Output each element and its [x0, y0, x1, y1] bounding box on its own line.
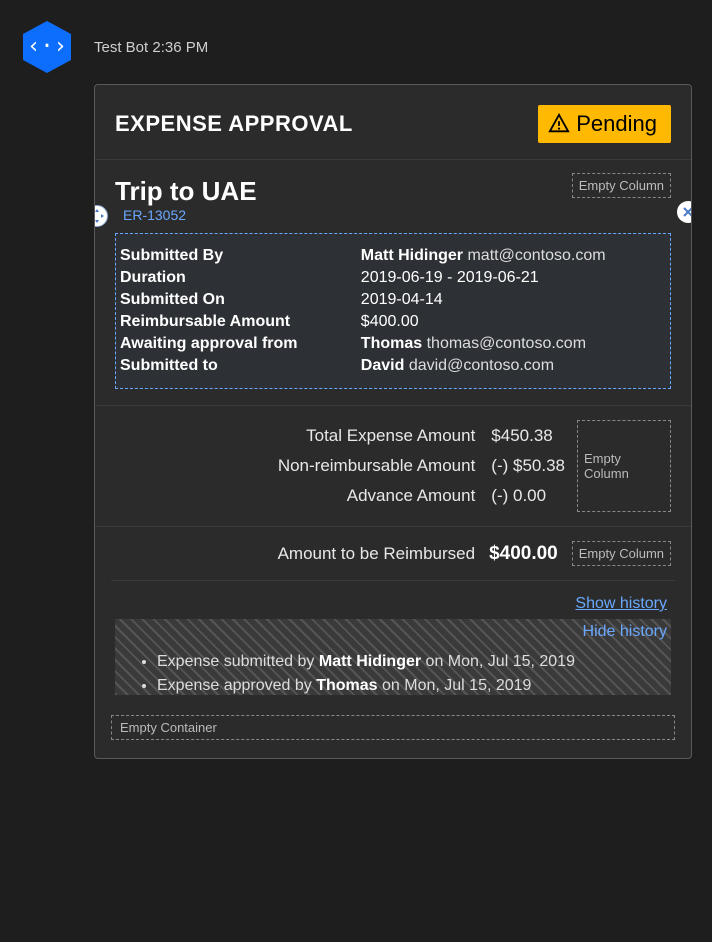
close-handle-icon[interactable]: [677, 201, 692, 223]
bot-avatar-icon: ‹·›: [20, 20, 74, 74]
submitted-by-name: Matt Hidinger: [361, 247, 463, 264]
warning-icon: [548, 113, 570, 135]
history-item: Expense approved by Thomas on Mon, Jul 1…: [157, 677, 671, 695]
trip-header-row: Trip to UAE Empty Column: [95, 159, 691, 207]
reference-id: ER-13052: [123, 207, 186, 223]
table-row: Awaiting approval from Thomas thomas@con…: [120, 334, 666, 354]
bot-name-time: Test Bot 2:36 PM: [94, 39, 208, 56]
reference-row: ER-13052: [95, 207, 691, 233]
history-actor: Thomas: [316, 677, 377, 694]
submitted-to-name: David: [361, 357, 405, 374]
empty-container-placeholder: Empty Container: [111, 715, 675, 740]
table-row: Reimbursable Amount $400.00: [120, 312, 666, 332]
reimburse-value: $400.00: [489, 543, 558, 565]
hide-history-link[interactable]: Hide history: [583, 623, 667, 640]
history-prefix: Expense approved by: [157, 677, 316, 694]
duration-value: 2019-06-19 - 2019-06-21: [361, 268, 666, 288]
advance-label: Advance Amount: [115, 486, 475, 506]
table-row: Submitted On 2019-04-14: [120, 290, 666, 310]
history-block: Show history Hide history Expense submit…: [111, 580, 675, 713]
submitted-by-label: Submitted By: [120, 246, 359, 266]
advance-value: (-) 0.00: [491, 486, 565, 506]
details-table: Submitted By Matt Hidinger matt@contoso.…: [118, 244, 668, 378]
table-row: Submitted By Matt Hidinger matt@contoso.…: [120, 246, 666, 266]
empty-column-placeholder: Empty Column: [572, 541, 671, 566]
move-handle-icon[interactable]: [94, 205, 108, 227]
submitted-to-label: Submitted to: [120, 356, 359, 376]
awaiting-label: Awaiting approval from: [120, 334, 359, 354]
reimbursable-value: $400.00: [361, 312, 666, 332]
card-title: EXPENSE APPROVAL: [115, 111, 353, 137]
submitted-to-email: david@contoso.com: [409, 357, 554, 374]
trip-title: Trip to UAE: [115, 164, 257, 207]
submitted-by-email: matt@contoso.com: [467, 247, 605, 264]
status-badge: Pending: [538, 105, 671, 143]
history-item: Expense submitted by Matt Hidinger on Mo…: [157, 653, 671, 671]
total-expense-value: $450.38: [491, 426, 565, 446]
details-container[interactable]: Submitted By Matt Hidinger matt@contoso.…: [115, 233, 671, 389]
empty-column-placeholder: Empty Column: [577, 420, 671, 512]
reimbursable-label: Reimbursable Amount: [120, 312, 359, 332]
expense-approval-card: EXPENSE APPROVAL Pending Trip to UAE Emp…: [94, 84, 692, 759]
duration-label: Duration: [120, 268, 359, 288]
bot-time: 2:36 PM: [152, 39, 208, 56]
awaiting-name: Thomas: [361, 335, 422, 352]
submitted-on-label: Submitted On: [120, 290, 359, 310]
reimburse-label: Amount to be Reimbursed: [278, 544, 476, 564]
table-row: Submitted to David david@contoso.com: [120, 356, 666, 376]
collapsed-history-area: Hide history Expense submitted by Matt H…: [115, 619, 671, 695]
show-history-link[interactable]: Show history: [115, 595, 667, 613]
history-suffix: on Mon, Jul 15, 2019: [421, 653, 575, 670]
non-reimbursable-label: Non-reimbursable Amount: [115, 456, 475, 476]
reimburse-block: Amount to be Reimbursed $400.00 Empty Co…: [95, 526, 691, 580]
empty-column-placeholder: Empty Column: [572, 173, 671, 198]
history-prefix: Expense submitted by: [157, 653, 319, 670]
history-suffix: on Mon, Jul 15, 2019: [378, 677, 532, 694]
total-expense-label: Total Expense Amount: [115, 426, 475, 446]
card-header: EXPENSE APPROVAL Pending: [95, 85, 691, 159]
history-actor: Matt Hidinger: [319, 653, 421, 670]
svg-text:‹·›: ‹·›: [27, 34, 67, 59]
bot-name: Test Bot: [94, 39, 148, 56]
table-row: Duration 2019-06-19 - 2019-06-21: [120, 268, 666, 288]
status-text: Pending: [576, 111, 657, 137]
awaiting-email: thomas@contoso.com: [427, 335, 586, 352]
totals-block: Total Expense Amount $450.38 Non-reimbur…: [95, 405, 691, 526]
non-reimbursable-value: (-) $50.38: [491, 456, 565, 476]
submitted-on-value: 2019-04-14: [361, 290, 666, 310]
